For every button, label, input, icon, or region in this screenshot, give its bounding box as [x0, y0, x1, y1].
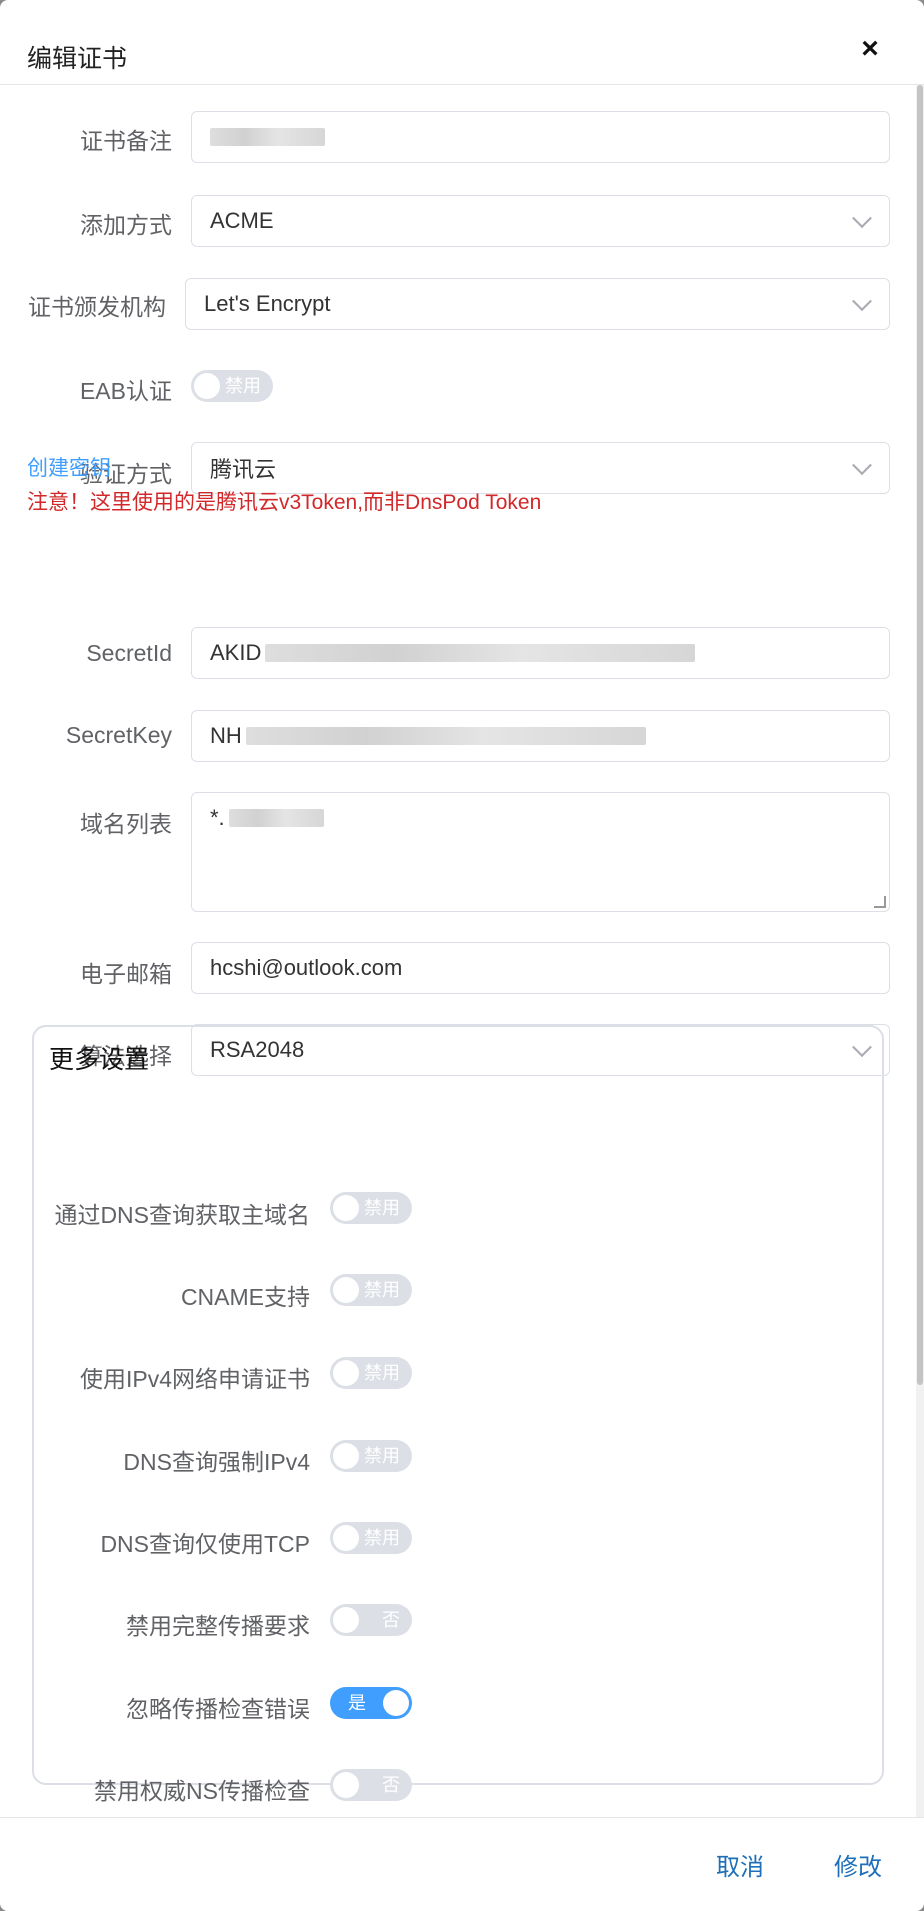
setting-label: 禁用权威NS传播检查 — [94, 1778, 310, 1804]
secret-key-label: SecretKey — [65, 722, 172, 748]
domains-textarea[interactable]: *. — [191, 792, 890, 912]
method-value: ACME — [210, 208, 274, 233]
dialog-header: 编辑证书 × — [0, 0, 924, 85]
setting-label: DNS查询仅使用TCP — [100, 1531, 310, 1557]
switch-state: 禁用 — [225, 376, 261, 396]
secret-key-value: NH — [210, 723, 242, 748]
switch-knob — [194, 373, 220, 399]
switch-knob — [333, 1607, 359, 1633]
domains-value: *. — [210, 805, 225, 830]
email-input[interactable]: hcshi@outlook.com — [191, 942, 890, 994]
ca-select[interactable]: Let's Encrypt — [185, 278, 890, 330]
ca-value: Let's Encrypt — [204, 291, 331, 316]
dialog-footer — [0, 1817, 924, 1911]
switch-state: 禁用 — [364, 1363, 400, 1383]
setting-label: CNAME支持 — [180, 1284, 310, 1310]
setting-switch[interactable]: 禁用 — [330, 1192, 412, 1224]
secret-id-label: SecretId — [86, 640, 172, 666]
scroll-thumb[interactable] — [917, 85, 923, 1385]
dialog-title: 编辑证书 — [27, 45, 128, 73]
redacted-text — [210, 128, 325, 146]
more-settings-panel — [32, 1025, 884, 1785]
setting-label: 忽略传播检查错误 — [126, 1696, 310, 1722]
remark-input[interactable] — [191, 111, 890, 163]
secret-id-value: AKID — [210, 640, 262, 665]
switch-knob — [333, 1360, 359, 1386]
switch-state: 是 — [348, 1693, 366, 1713]
setting-switch[interactable]: 禁用 — [330, 1274, 412, 1306]
setting-switch[interactable]: 否 — [330, 1604, 412, 1636]
setting-label: 通过DNS查询获取主域名 — [54, 1202, 310, 1228]
submit-button[interactable]: 修改 — [834, 1847, 882, 1882]
redacted-text — [265, 644, 696, 662]
setting-label: DNS查询强制IPv4 — [123, 1449, 310, 1475]
chevron-down-icon — [852, 455, 872, 476]
setting-label: 使用IPv4网络申请证书 — [79, 1366, 310, 1392]
redacted-text — [245, 727, 646, 745]
switch-knob — [333, 1277, 359, 1303]
setting-switch[interactable]: 否 — [330, 1769, 412, 1801]
setting-switch[interactable]: 是 — [330, 1687, 412, 1719]
setting-switch[interactable]: 禁用 — [330, 1440, 412, 1472]
switch-knob — [333, 1772, 359, 1798]
method-select[interactable]: ACME — [191, 195, 890, 247]
domains-label: 域名列表 — [80, 811, 172, 837]
switch-state: 禁用 — [364, 1280, 400, 1300]
email-label: 电子邮箱 — [80, 961, 172, 987]
remark-label: 证书备注 — [80, 128, 172, 154]
switch-state: 否 — [382, 1610, 400, 1630]
method-label: 添加方式 — [80, 212, 172, 238]
scrollbar[interactable] — [916, 85, 924, 1817]
create-key-link[interactable]: 创建密钥 — [27, 452, 111, 482]
edit-certificate-dialog: 编辑证书 × 证书备注 添加方式 ACME 证书颁发机构 Let's Encry… — [0, 0, 924, 1911]
verify-value: 腾讯云 — [210, 457, 277, 482]
eab-label: EAB认证 — [79, 378, 172, 404]
switch-state: 禁用 — [364, 1528, 400, 1548]
setting-label: 禁用完整传播要求 — [126, 1613, 310, 1639]
setting-switch[interactable]: 禁用 — [330, 1522, 412, 1554]
setting-switch[interactable]: 禁用 — [330, 1357, 412, 1389]
switch-state: 否 — [382, 1775, 400, 1795]
token-warning: 注意！这里使用的是腾讯云v3Token,而非DnsPod Token — [27, 491, 542, 514]
switch-knob — [383, 1690, 409, 1716]
switch-knob — [333, 1525, 359, 1551]
resize-handle-icon[interactable] — [874, 896, 886, 908]
ca-label: 证书颁发机构 — [28, 294, 166, 320]
cancel-button[interactable]: 取消 — [716, 1847, 764, 1882]
chevron-down-icon — [852, 291, 872, 312]
switch-state: 禁用 — [364, 1446, 400, 1466]
close-icon[interactable]: × — [857, 34, 883, 64]
secret-id-input[interactable]: AKID — [191, 627, 890, 679]
switch-knob — [333, 1443, 359, 1469]
secret-key-input[interactable]: NH — [191, 710, 890, 762]
eab-switch[interactable]: 禁用 — [191, 370, 273, 402]
chevron-down-icon — [852, 208, 872, 229]
switch-knob — [333, 1195, 359, 1221]
email-value: hcshi@outlook.com — [210, 955, 403, 980]
switch-state: 禁用 — [364, 1198, 400, 1218]
more-settings-title: 更多设置 — [49, 1046, 150, 1074]
redacted-text — [228, 809, 324, 827]
